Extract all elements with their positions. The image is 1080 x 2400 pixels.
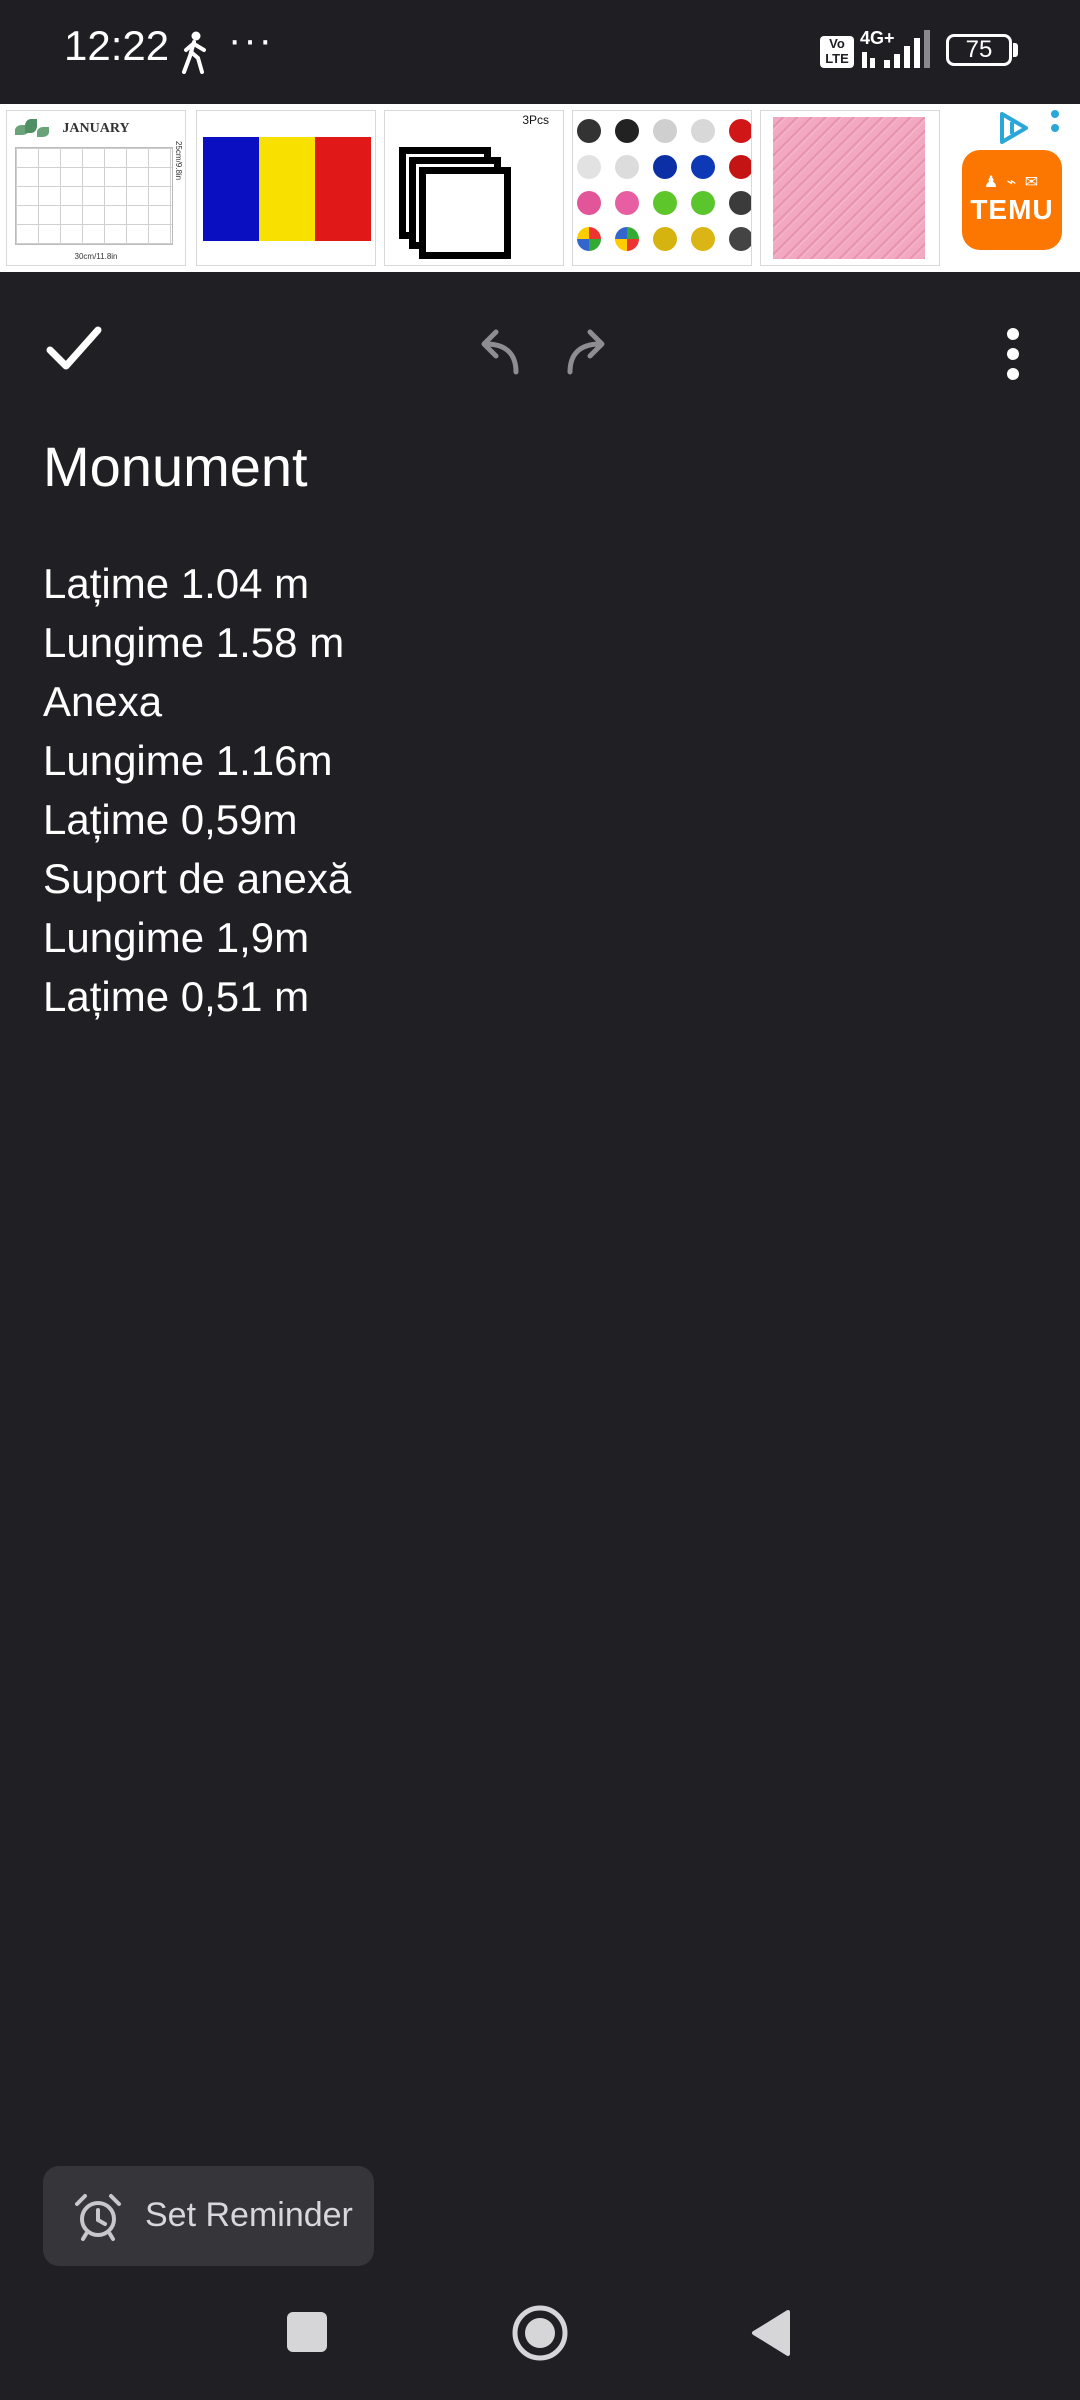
ad-tile-calendar[interactable]: JANUARY 25cm/9.8in 30cm/11.8in xyxy=(6,110,186,266)
set-reminder-label: Set Reminder xyxy=(145,2196,353,2234)
note-line: Lungime 1.16m xyxy=(43,737,333,784)
note-title[interactable]: Monument xyxy=(43,434,308,499)
ad-banner[interactable]: JANUARY 25cm/9.8in 30cm/11.8in 3Pcs ♟ ⌁ … xyxy=(0,104,1080,272)
note-editor-screen: 12:22 ··· Vo LTE 4G+ 75 JANUARY 25cm/9.8… xyxy=(0,0,1080,2400)
note-line: Lațime 0,51 m xyxy=(43,973,310,1020)
note-line: Lungime 1,9m xyxy=(43,914,310,961)
color-dot xyxy=(691,119,715,143)
color-dot xyxy=(653,227,677,251)
color-dot xyxy=(691,227,715,251)
recents-icon[interactable] xyxy=(287,2312,327,2352)
alarm-icon xyxy=(75,2194,121,2241)
color-dot xyxy=(729,191,751,215)
color-dot xyxy=(653,155,677,179)
status-more-dots: ··· xyxy=(228,18,274,62)
calendar-height-label: 25cm/9.8in xyxy=(174,141,183,181)
flag-yellow-stripe xyxy=(259,137,315,241)
walking-icon xyxy=(182,31,206,74)
color-dot xyxy=(729,155,751,179)
battery-tip xyxy=(1013,43,1018,57)
undo-icon[interactable] xyxy=(472,324,526,376)
temu-glyphs: ♟ ⌁ ✉ xyxy=(983,174,1041,191)
pink-fabric-image xyxy=(773,117,925,259)
battery-icon: 75 xyxy=(946,34,1012,66)
color-dot xyxy=(691,155,715,179)
ad-tile-fabric[interactable] xyxy=(760,110,940,266)
more-vert-icon[interactable] xyxy=(998,326,1028,382)
signal-4g-icon: 4G+ xyxy=(860,28,930,68)
home-icon[interactable] xyxy=(510,2303,570,2363)
note-line: Lațime 0,59m xyxy=(43,796,298,843)
color-dot xyxy=(729,227,751,251)
note-line: Suport de anexă xyxy=(43,855,352,902)
flag-blue-stripe xyxy=(203,137,259,241)
color-dot xyxy=(577,155,601,179)
color-dot xyxy=(653,191,677,215)
color-dot xyxy=(691,191,715,215)
color-dot xyxy=(729,119,751,143)
temu-logo[interactable]: ♟ ⌁ ✉ TEMU xyxy=(962,150,1062,250)
redo-icon[interactable] xyxy=(560,324,614,376)
color-dot xyxy=(615,155,639,179)
color-dot xyxy=(577,227,601,251)
frame-shape xyxy=(419,167,511,259)
status-time: 12:22 xyxy=(64,22,170,69)
color-dot xyxy=(577,119,601,143)
color-dot xyxy=(615,227,639,251)
note-line: Lungime 1.58 m xyxy=(43,619,345,666)
svg-text:4G+: 4G+ xyxy=(860,28,895,48)
ad-tile-frames[interactable]: 3Pcs xyxy=(384,110,564,266)
check-icon[interactable] xyxy=(44,322,104,374)
note-body[interactable]: Lațime 1.04 m Lungime 1.58 m Anexa Lungi… xyxy=(43,554,1023,1026)
ad-tile-flag[interactable] xyxy=(196,110,376,266)
color-dot xyxy=(615,119,639,143)
ad-more-icon[interactable] xyxy=(1050,108,1060,148)
color-dot xyxy=(577,191,601,215)
back-icon[interactable] xyxy=(748,2308,792,2358)
note-line: Lațime 1.04 m xyxy=(43,560,310,607)
color-dot xyxy=(615,191,639,215)
calendar-month-label: JANUARY xyxy=(62,121,130,136)
ad-choices-icon[interactable] xyxy=(996,110,1032,146)
frames-count-label: 3Pcs xyxy=(522,113,549,127)
calendar-width-label: 30cm/11.8in xyxy=(74,252,118,261)
romania-flag xyxy=(203,137,371,241)
volte-icon: Vo LTE xyxy=(820,36,854,68)
calendar-grid xyxy=(15,147,173,245)
temu-brand-label: TEMU xyxy=(970,194,1054,225)
note-line: Anexa xyxy=(43,678,163,725)
ad-tile-buttons[interactable] xyxy=(572,110,752,266)
color-dot xyxy=(653,119,677,143)
status-bar: 12:22 ··· Vo LTE 4G+ 75 xyxy=(0,0,1080,104)
set-reminder-button[interactable]: Set Reminder xyxy=(43,2166,374,2266)
flag-red-stripe xyxy=(315,137,371,241)
